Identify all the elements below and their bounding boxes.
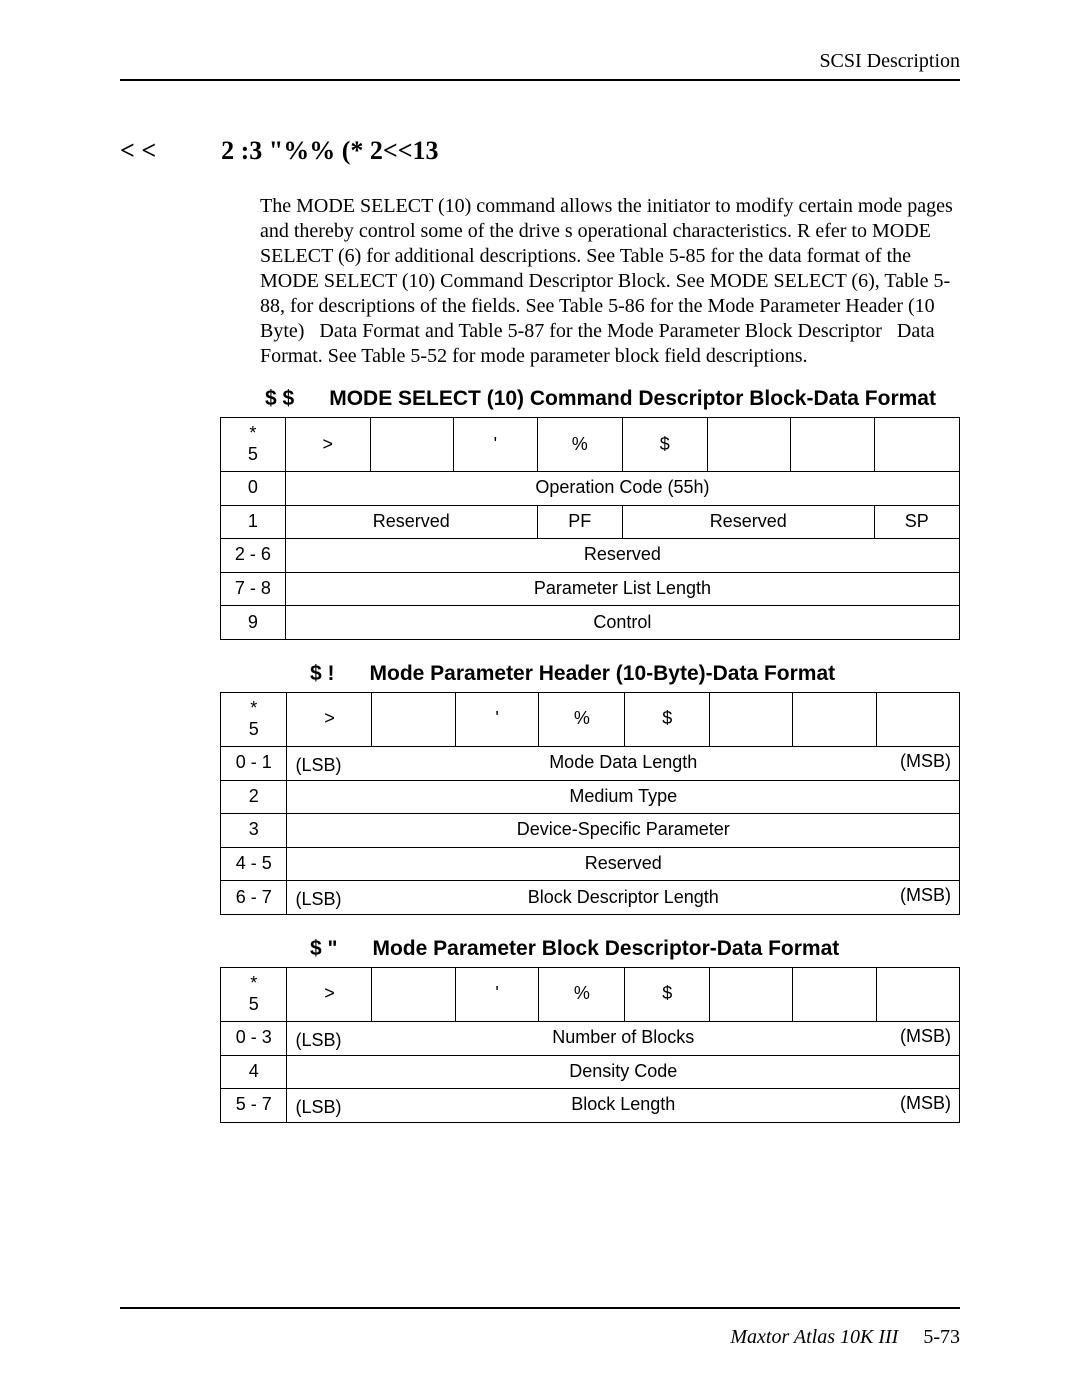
bit-header-cell <box>793 967 876 1021</box>
byte-header-cell: *5 <box>221 418 286 472</box>
table-row: 6 - 7 (MSB) Block Descriptor Length (LSB) <box>221 881 960 915</box>
bit-header-cell: $ <box>625 692 710 746</box>
lsb-label: (LSB) <box>295 1097 341 1118</box>
data-cell: Parameter List Length <box>285 572 959 606</box>
msb-label: (MSB) <box>900 1026 951 1047</box>
bit-header-cell: > <box>285 418 370 472</box>
data-cell: Reserved <box>287 847 960 881</box>
bit-header-cell: ' <box>453 418 537 472</box>
lsb-label: (LSB) <box>295 1030 341 1051</box>
table-row: 4 - 5Reserved <box>221 847 960 881</box>
bit-header-cell <box>710 692 793 746</box>
bit-header-cell <box>793 692 876 746</box>
data-cell: Operation Code (55h) <box>285 472 959 506</box>
table-row: 0 - 1 (MSB) Mode Data Length (LSB) <box>221 746 960 780</box>
bit-header-cell <box>876 692 959 746</box>
bit-header-cell: ' <box>455 692 539 746</box>
field-label: Block Length <box>571 1094 675 1115</box>
data-cell: Control <box>285 606 959 640</box>
byte-cell: 9 <box>221 606 286 640</box>
table-87: *5> '%$0 - 3 (MSB) Number of Blocks (LSB) 4De… <box>220 967 960 1123</box>
page: SCSI Description < < 2 :3 "%% (* 2<<13 T… <box>0 0 1080 1397</box>
bit-header-cell: > <box>287 967 372 1021</box>
lsb-label: (LSB) <box>295 889 341 910</box>
bit-header-cell <box>876 967 959 1021</box>
bit-header-cell: $ <box>622 418 707 472</box>
byte-cell: 2 - 6 <box>221 539 286 573</box>
msb-label: (MSB) <box>900 1093 951 1114</box>
bit-header-cell <box>370 418 453 472</box>
section-heading: < < 2 :3 "%% (* 2<<13 <box>120 136 960 166</box>
page-footer: Maxtor Atlas 10K III 5-73 <box>730 1326 960 1349</box>
table-row: 2 - 6Reserved <box>221 539 960 573</box>
bit-header-cell: % <box>537 418 622 472</box>
table-85: *5>'%$0Operation Code (55h)1ReservedPFRe… <box>220 417 960 640</box>
bit-header-cell <box>874 418 959 472</box>
data-cell: SP <box>874 505 959 539</box>
bit-header-cell <box>707 418 790 472</box>
byte-cell: 0 - 1 <box>221 746 287 780</box>
byte-header-cell: *5 <box>221 967 287 1021</box>
byte-cell: 1 <box>221 505 286 539</box>
footer-title: Maxtor Atlas 10K III <box>730 1326 898 1348</box>
header-rule <box>120 79 960 81</box>
byte-cell: 4 - 5 <box>221 847 287 881</box>
table-row: 0 - 3 (MSB) Number of Blocks (LSB) <box>221 1021 960 1055</box>
data-cell: Reserved <box>285 505 537 539</box>
table-row: 3Device-Specific Parameter <box>221 814 960 848</box>
table-row: 9Control <box>221 606 960 640</box>
table-row: 0Operation Code (55h) <box>221 472 960 506</box>
table-85-caption: $ $ MODE SELECT (10) Command Descriptor … <box>265 387 960 411</box>
bit-header-cell: ' <box>455 967 539 1021</box>
field-label: Block Descriptor Length <box>528 887 719 908</box>
byte-cell: 6 - 7 <box>221 881 287 915</box>
data-cell: (MSB) Number of Blocks (LSB) <box>287 1021 960 1055</box>
lsb-label: (LSB) <box>295 755 341 776</box>
bit-header-cell <box>372 967 455 1021</box>
running-header: SCSI Description <box>120 50 960 73</box>
bit-header-cell <box>372 692 455 746</box>
field-label: Number of Blocks <box>552 1027 694 1048</box>
table-row: 4Density Code <box>221 1055 960 1089</box>
table-row: 2Medium Type <box>221 780 960 814</box>
table-86-caption: $ ! Mode Parameter Header (10-Byte)-Data… <box>310 662 960 686</box>
bit-header-cell: $ <box>625 967 710 1021</box>
field-label: Mode Data Length <box>549 752 697 773</box>
data-cell: Reserved <box>622 505 874 539</box>
data-cell: (MSB) Mode Data Length (LSB) <box>287 746 960 780</box>
byte-header-cell: *5 <box>221 692 287 746</box>
byte-cell: 0 <box>221 472 286 506</box>
bit-header-cell: % <box>539 692 625 746</box>
bit-header-cell: % <box>539 967 625 1021</box>
table-86: *5> '%$0 - 1 (MSB) Mode Data Length (LSB) 2Me… <box>220 692 960 915</box>
msb-label: (MSB) <box>900 885 951 906</box>
footer-rule <box>120 1307 960 1309</box>
byte-cell: 3 <box>221 814 287 848</box>
byte-cell: 0 - 3 <box>221 1021 287 1055</box>
bit-header-cell <box>791 418 874 472</box>
table-row: 7 - 8Parameter List Length <box>221 572 960 606</box>
byte-cell: 4 <box>221 1055 287 1089</box>
footer-page-number: 5-73 <box>923 1326 960 1348</box>
data-cell: PF <box>537 505 622 539</box>
body-paragraph: The MODE SELECT (10) command allows the … <box>260 194 960 369</box>
table-row: 5 - 7 (MSB) Block Length (LSB) <box>221 1089 960 1123</box>
byte-cell: 2 <box>221 780 287 814</box>
data-cell: Medium Type <box>287 780 960 814</box>
data-cell: Reserved <box>285 539 959 573</box>
byte-cell: 5 - 7 <box>221 1089 287 1123</box>
data-cell: (MSB) Block Length (LSB) <box>287 1089 960 1123</box>
table-87-caption: $ " Mode Parameter Block Descriptor-Data… <box>310 937 960 961</box>
msb-label: (MSB) <box>900 751 951 772</box>
bit-header-cell <box>710 967 793 1021</box>
bit-header-cell: > <box>287 692 372 746</box>
data-cell: Density Code <box>287 1055 960 1089</box>
data-cell: (MSB) Block Descriptor Length (LSB) <box>287 881 960 915</box>
data-cell: Device-Specific Parameter <box>287 814 960 848</box>
byte-cell: 7 - 8 <box>221 572 286 606</box>
table-row: 1ReservedPFReservedSP <box>221 505 960 539</box>
